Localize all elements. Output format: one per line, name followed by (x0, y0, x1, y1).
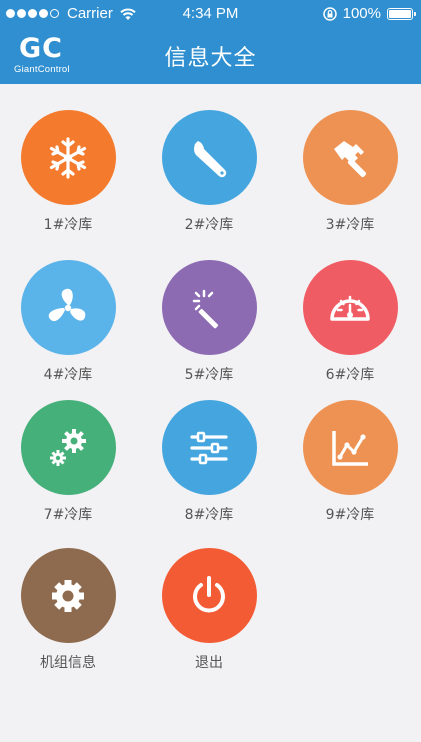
tile-cold-storage-8[interactable]: 8#冷库 (149, 400, 269, 530)
battery-icon (387, 7, 416, 20)
tile-label: 4#冷库 (43, 367, 93, 383)
page-title: 信息大全 (164, 46, 257, 71)
fan-icon (48, 288, 86, 321)
tile-label: 7#冷库 (43, 507, 93, 523)
tile-cold-storage-4[interactable]: 4#冷库 (8, 260, 128, 390)
power-icon (193, 575, 225, 612)
wrench-icon (194, 140, 227, 177)
app-header: Carrier 4:34 PM 100% GC GiantControl 信息大… (0, 0, 421, 84)
tile-label: 退出 (195, 655, 223, 671)
tile-label: 机组信息 (40, 655, 96, 671)
tile-label: 3#冷库 (325, 217, 375, 233)
status-bar: Carrier 4:34 PM 100% (0, 0, 421, 28)
tile-circle[interactable] (302, 110, 398, 205)
tile-label: 6#冷库 (325, 367, 375, 383)
tile-label: 5#冷库 (184, 367, 234, 383)
tile-cold-storage-5[interactable]: 5#冷库 (149, 260, 269, 390)
tile-cold-storage-9[interactable]: 9#冷库 (290, 400, 410, 530)
tile-circle[interactable] (161, 400, 257, 495)
tile-exit[interactable]: 退出 (149, 548, 269, 678)
tile-circle[interactable] (302, 260, 398, 355)
tile-cold-storage-3[interactable]: 3#冷库 (290, 110, 410, 240)
tile-circle[interactable] (20, 548, 116, 643)
tile-circle[interactable] (161, 110, 257, 205)
snowflake-icon (49, 136, 87, 179)
gear-icon (52, 579, 84, 612)
sliders-icon (190, 431, 228, 464)
tile-circle[interactable] (20, 400, 116, 495)
magic-wand-icon (192, 289, 218, 328)
gauge-icon (330, 295, 370, 321)
tile-cold-storage-7[interactable]: 7#冷库 (8, 400, 128, 530)
rotation-lock-icon (322, 6, 337, 21)
tile-unit-info[interactable]: 机组信息 (8, 548, 128, 678)
tile-circle[interactable] (302, 400, 398, 495)
battery-percent: 100% (342, 5, 381, 22)
tile-circle[interactable] (20, 110, 116, 205)
tile-circle[interactable] (161, 548, 257, 643)
line-chart-icon (332, 430, 368, 466)
tile-label: 8#冷库 (184, 507, 234, 523)
tile-cold-storage-2[interactable]: 2#冷库 (149, 110, 269, 240)
tile-label: 9#冷库 (325, 507, 375, 523)
tile-label: 2#冷库 (184, 217, 234, 233)
tile-circle[interactable] (20, 260, 116, 355)
hammer-icon (334, 140, 367, 177)
gears-icon (50, 428, 86, 466)
tile-circle[interactable] (161, 260, 257, 355)
tile-cold-storage-1[interactable]: 1#冷库 (8, 110, 128, 240)
tile-label: 1#冷库 (43, 217, 93, 233)
tile-cold-storage-6[interactable]: 6#冷库 (290, 260, 410, 390)
